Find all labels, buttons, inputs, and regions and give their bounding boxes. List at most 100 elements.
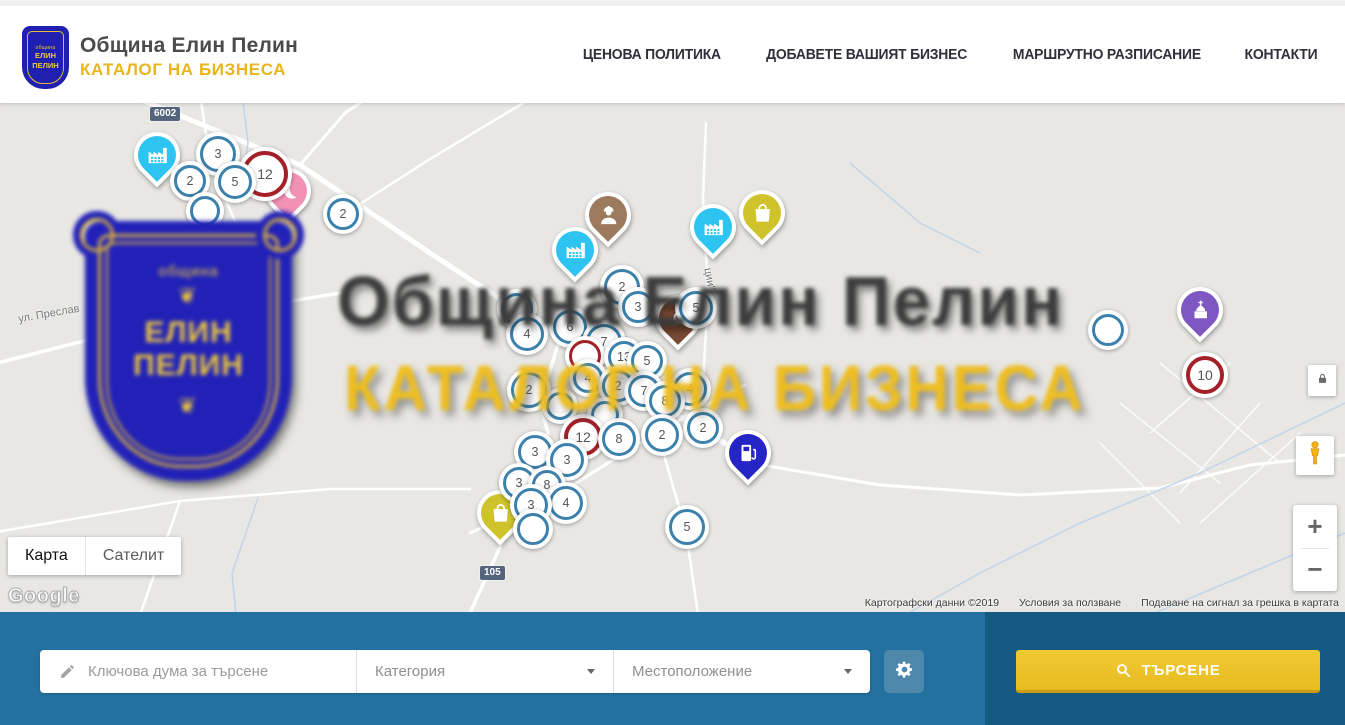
nav-add-your-business[interactable]: ДОБАВЕТЕ ВАШИЯТ БИЗНЕС (766, 47, 967, 63)
main-nav: ЦЕНОВА ПОЛИТИКА ДОБАВЕТЕ ВАШИЯТ БИЗНЕС М… (580, 6, 1319, 103)
cluster-marker[interactable]: 3 (618, 287, 658, 327)
cluster-count: 6 (567, 320, 574, 334)
nav-route-schedule[interactable]: МАРШРУТНО РАЗПИСАНИЕ (1013, 47, 1201, 63)
cluster-count: 3 (564, 453, 571, 467)
cluster-count: 4 (585, 371, 592, 385)
map-attribution: Картографски данни ©2019 Условия за полз… (865, 597, 1339, 609)
cluster-count: 5 (693, 301, 700, 315)
map-canvas[interactable]: 6002105 ул. Преславбул. „Новоселции" 325… (0, 103, 1345, 612)
church-icon (1189, 299, 1212, 322)
page: община ЕЛИН ПЕЛИН Община Елин Пелин КАТА… (0, 0, 1345, 725)
crest-name-line1: ЕЛИН (35, 52, 56, 61)
cluster-marker[interactable]: 2 (641, 414, 683, 456)
cluster-marker[interactable] (513, 509, 553, 549)
road-number-badge: 105 (480, 566, 505, 580)
cluster-marker[interactable]: 8 (598, 418, 640, 460)
cluster-ring: 2 (327, 198, 359, 230)
advanced-search-button[interactable] (884, 650, 924, 693)
zoom-in-button[interactable]: + (1293, 505, 1337, 548)
factory-icon (702, 216, 725, 239)
location-select-value: Местоположение (632, 663, 752, 680)
map-type-map-button[interactable]: Карта (8, 537, 85, 575)
cluster-marker[interactable]: 5 (675, 287, 717, 329)
cluster-marker[interactable]: 5 (214, 161, 256, 203)
site-subtitle: КАТАЛОГ НА БИЗНЕСА (80, 60, 298, 80)
search-icon (1115, 662, 1131, 678)
shopping-bag-icon (751, 202, 774, 225)
search-bar: Категория Местоположение ТЪРСЕНЕ (0, 612, 1345, 725)
cluster-marker[interactable]: 4 (506, 313, 548, 355)
lock-icon (1316, 372, 1329, 390)
cluster-ring: 3 (622, 291, 654, 323)
cluster-marker[interactable]: 10 (1182, 352, 1228, 398)
cluster-ring (517, 513, 549, 545)
cluster-ring: 2 (645, 418, 679, 452)
category-select[interactable]: Категория (356, 650, 613, 693)
cluster-ring: 2 (687, 412, 719, 444)
cluster-ring (546, 392, 574, 420)
cluster-count: 2 (526, 383, 533, 397)
attribution-report-link[interactable]: Подаване на сигнал за грешка в картата (1141, 597, 1339, 609)
pegman-icon (1304, 440, 1326, 471)
cluster-count: 2 (187, 174, 194, 188)
site-branding: Община Елин Пелин КАТАЛОГ НА БИЗНЕСА (80, 34, 298, 80)
chevron-down-icon (587, 669, 595, 674)
cluster-ring: 8 (602, 422, 636, 456)
municipality-logo[interactable]: община ЕЛИН ПЕЛИН (22, 26, 69, 89)
cluster-ring: 8 (649, 385, 681, 417)
pencil-icon (59, 663, 76, 680)
nav-pricing-policy[interactable]: ЦЕНОВА ПОЛИТИКА (583, 47, 721, 63)
cluster-count: 3 (635, 300, 642, 314)
map-type-satellite-button[interactable]: Сателит (85, 537, 181, 575)
nav-contacts[interactable]: КОНТАКТИ (1245, 47, 1318, 63)
cluster-count: 5 (232, 175, 239, 189)
search-fields: Категория Местоположение (40, 650, 870, 693)
google-logo[interactable]: Google (8, 585, 80, 608)
cluster-ring: 5 (669, 509, 705, 545)
cluster-count: 8 (662, 394, 669, 408)
cluster-count: 4 (524, 327, 531, 341)
cluster-count: 12 (257, 166, 273, 182)
cluster-count: 2 (340, 207, 347, 221)
cluster-count: 5 (644, 354, 651, 368)
map-type-control: Карта Сателит (8, 537, 181, 575)
location-select[interactable]: Местоположение (613, 650, 870, 693)
cluster-marker[interactable]: 5 (665, 505, 709, 549)
cluster-count: 10 (1197, 367, 1213, 383)
cluster-count: 8 (616, 432, 623, 446)
cluster-marker[interactable] (1088, 310, 1128, 350)
attribution-data: Картографски данни ©2019 (865, 597, 999, 609)
factory-icon (146, 144, 169, 167)
keyword-field (40, 650, 356, 693)
cluster-ring (1092, 314, 1124, 346)
cluster-count: 2 (659, 428, 666, 442)
search-button[interactable]: ТЪРСЕНЕ (1016, 650, 1320, 693)
streetview-lock-button[interactable] (1308, 365, 1336, 396)
zoom-control: + − (1293, 505, 1337, 591)
gear-icon (895, 660, 914, 684)
zoom-out-button[interactable]: − (1293, 549, 1337, 592)
cluster-ring: 5 (218, 165, 252, 199)
fuel-icon (737, 442, 760, 465)
pegman-button[interactable] (1296, 436, 1334, 475)
header: община ЕЛИН ПЕЛИН Община Елин Пелин КАТА… (0, 0, 1345, 103)
cluster-marker[interactable]: 2 (323, 194, 363, 234)
chevron-down-icon (844, 669, 852, 674)
cluster-marker[interactable] (186, 192, 224, 230)
shopping-bag-icon (489, 502, 512, 525)
site-title: Община Елин Пелин (80, 34, 298, 58)
factory-icon (564, 239, 587, 262)
cluster-ring: 10 (1186, 356, 1224, 394)
search-button-label: ТЪРСЕНЕ (1141, 662, 1220, 679)
cluster-ring (190, 196, 220, 226)
cluster-ring: 5 (679, 291, 713, 325)
cluster-count: 2 (615, 379, 622, 393)
cluster-marker[interactable]: 2 (683, 408, 723, 448)
cluster-count: 5 (684, 520, 691, 534)
cluster-count: 3 (532, 445, 539, 459)
cluster-count: 4 (687, 382, 694, 396)
road-number-badge: 6002 (150, 107, 180, 121)
attribution-terms-link[interactable]: Условия за ползване (1019, 597, 1121, 609)
municipality-crest: община ЕЛИН ПЕЛИН (27, 31, 64, 84)
keyword-search-input[interactable] (88, 663, 356, 680)
